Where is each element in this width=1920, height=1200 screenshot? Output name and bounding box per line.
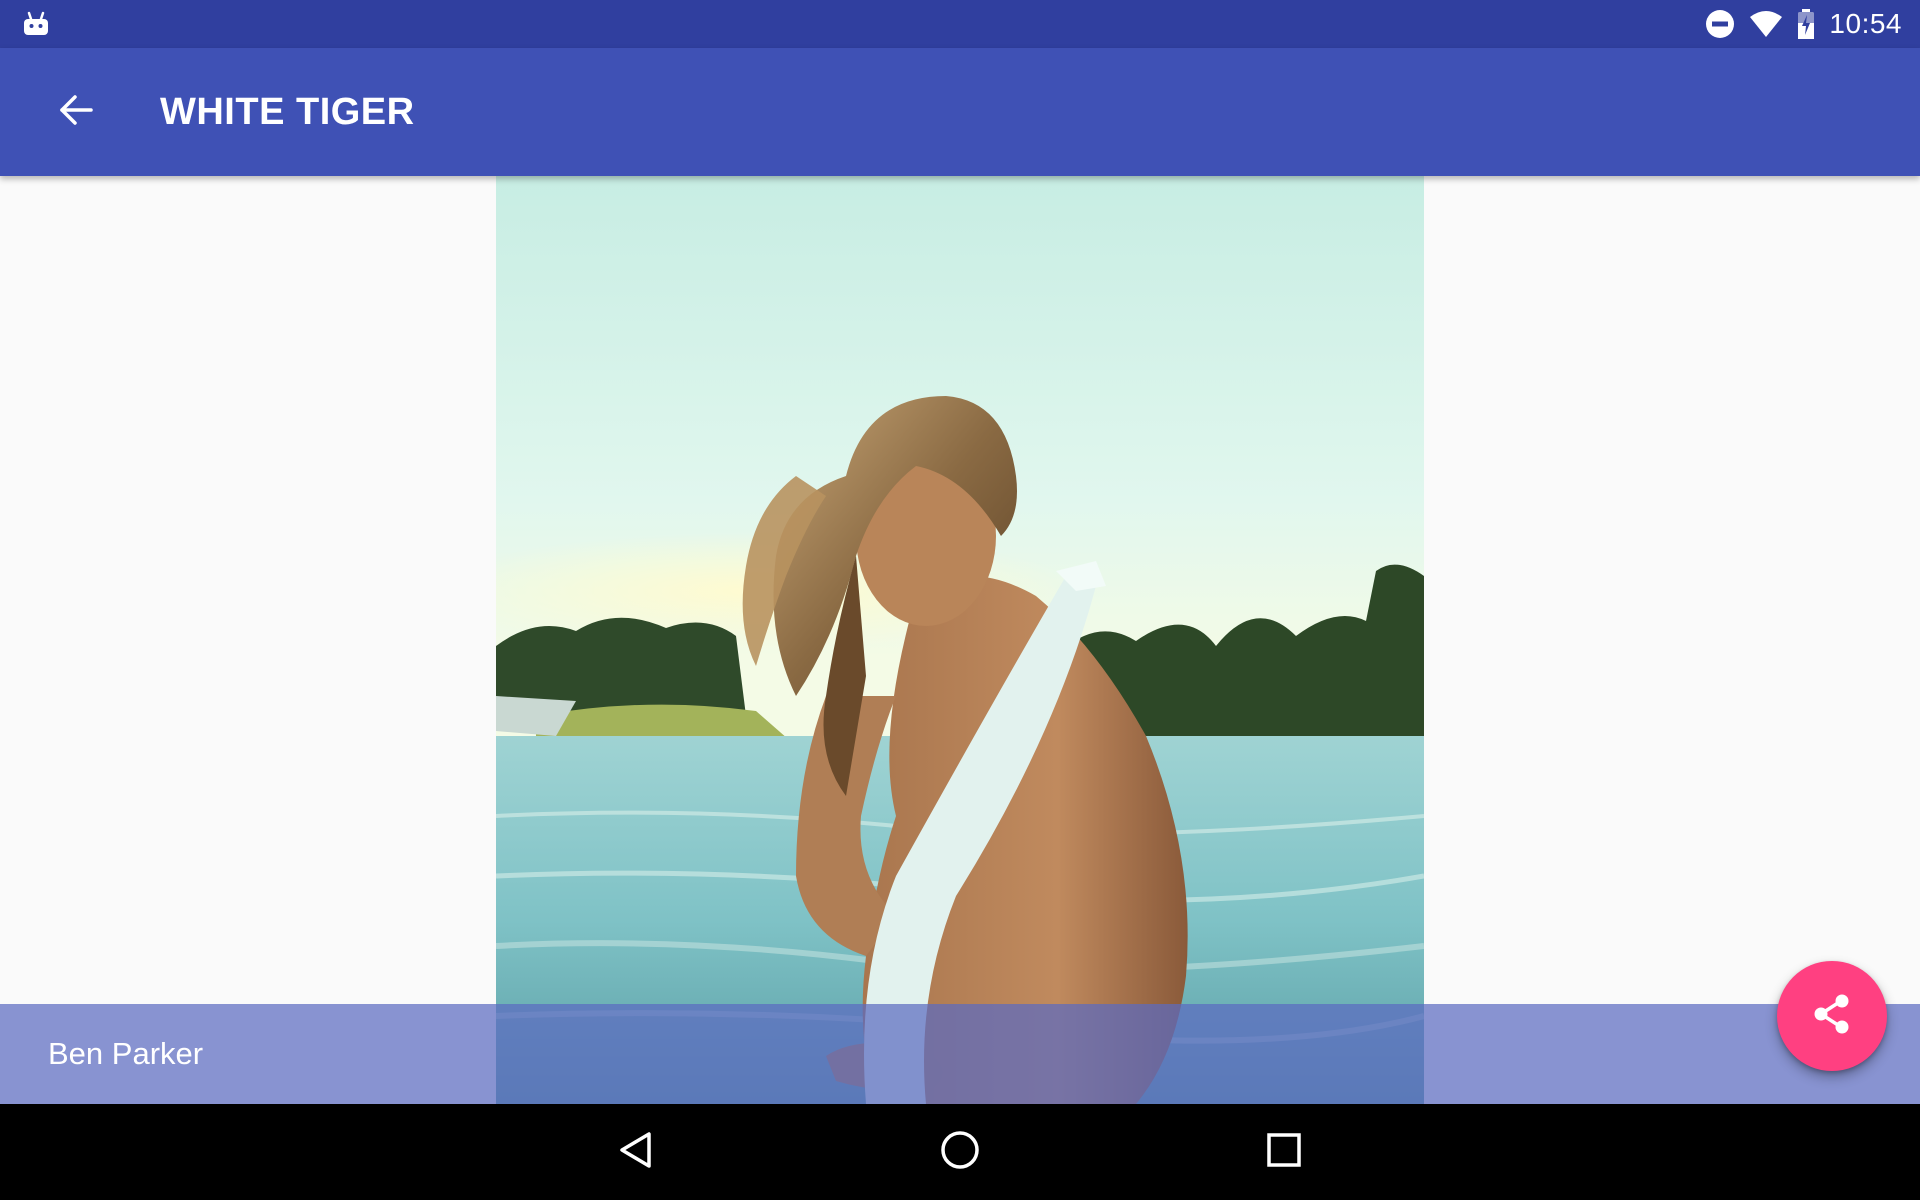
share-icon bbox=[1810, 992, 1854, 1041]
wifi-icon bbox=[1749, 10, 1783, 38]
page-title: WHITE TIGER bbox=[160, 91, 415, 133]
status-bar: 10:54 bbox=[0, 0, 1920, 48]
nav-back-button[interactable] bbox=[612, 1128, 660, 1176]
nav-recents-button[interactable] bbox=[1260, 1128, 1308, 1176]
android-icon bbox=[22, 11, 50, 37]
back-button[interactable] bbox=[40, 76, 112, 148]
nav-home-button[interactable] bbox=[936, 1128, 984, 1176]
photo-illustration bbox=[496, 176, 1424, 1104]
nav-home-icon bbox=[939, 1129, 981, 1176]
wallpaper-photo[interactable] bbox=[496, 176, 1424, 1104]
share-button[interactable] bbox=[1777, 961, 1887, 1071]
nav-back-icon bbox=[616, 1130, 656, 1175]
author-name: Ben Parker bbox=[48, 1036, 204, 1071]
status-clock: 10:54 bbox=[1829, 8, 1902, 39]
nav-recents-icon bbox=[1265, 1131, 1303, 1174]
screen: 10:54 WHITE TIGER Ben Parker bbox=[0, 0, 1920, 1200]
app-bar: WHITE TIGER bbox=[0, 48, 1920, 176]
battery-charging-icon bbox=[1797, 9, 1815, 39]
status-icons: 10:54 bbox=[1705, 0, 1902, 48]
do-not-disturb-icon bbox=[1705, 9, 1735, 39]
navigation-bar bbox=[0, 1104, 1920, 1200]
arrow-back-icon bbox=[58, 92, 94, 133]
caption-bar: Ben Parker bbox=[0, 1004, 1920, 1104]
